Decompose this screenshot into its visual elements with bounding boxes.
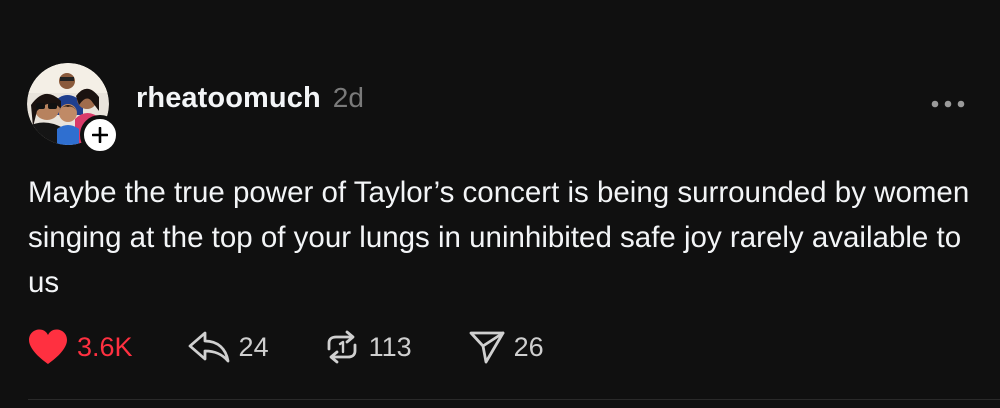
more-options-icon[interactable] <box>930 96 966 112</box>
reply-icon <box>188 331 229 363</box>
author-username[interactable]: rheatoomuch <box>136 82 321 115</box>
repost-icon <box>327 330 356 364</box>
reply-button[interactable]: 24 <box>187 329 269 365</box>
heart-filled-icon <box>29 329 67 364</box>
post-text: Maybe the true power of Taylor’s concert… <box>28 176 970 299</box>
reply-count: 24 <box>238 331 269 362</box>
post-timestamp: 2d <box>332 82 364 113</box>
send-icon <box>469 331 505 364</box>
repost-count: 113 <box>368 331 412 362</box>
post-divider <box>28 399 1000 400</box>
author-avatar-container[interactable] <box>27 63 120 155</box>
plus-icon <box>92 127 108 143</box>
post-header: rheatoomuch 2d <box>136 82 364 115</box>
share-button[interactable]: 26 <box>468 329 544 365</box>
post-actions: 3.6K 24 113 26 <box>27 326 544 368</box>
like-button[interactable]: 3.6K <box>27 328 133 366</box>
like-count: 3.6K <box>77 331 133 362</box>
thread-post: rheatoomuch 2d Maybe the true power of T… <box>0 0 1000 408</box>
follow-button[interactable] <box>80 115 120 155</box>
repost-button[interactable]: 113 <box>323 329 412 365</box>
share-count: 26 <box>513 331 544 362</box>
